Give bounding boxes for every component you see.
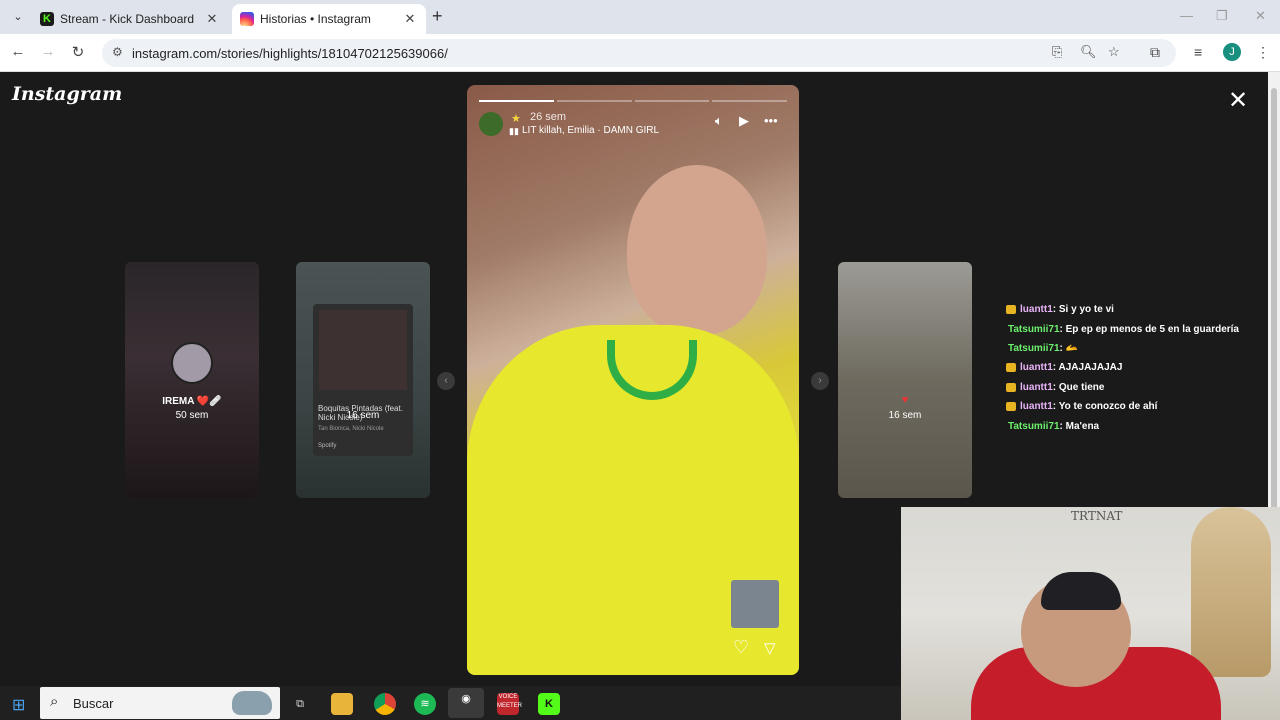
stream-chat-overlay: luantt1 : Si y yo te vi Tatsumii71 : Ep …	[1005, 300, 1267, 436]
streamer-hair	[1041, 572, 1121, 610]
close-tab-icon[interactable]: ✕	[204, 11, 220, 27]
new-tab-button[interactable]: +	[432, 6, 443, 27]
pampas-plant	[1191, 507, 1271, 677]
song-artist: Tan Bionica, Nicki Nicole	[318, 426, 384, 432]
url-text[interactable]: instagram.com/stories/highlights/1810470…	[132, 46, 448, 61]
install-app-icon[interactable]: ⎘	[1052, 44, 1062, 60]
restore-icon[interactable]: ❐	[1216, 8, 1228, 24]
obs-icon[interactable]: ◉	[448, 688, 484, 718]
chat-message: Tatsumii71 : Ma'ena	[1008, 420, 1100, 432]
tab-title: Historias • Instagram	[260, 12, 371, 26]
spotify-icon[interactable]: ≋	[414, 693, 436, 715]
main-story[interactable]: ★ 26 sem ▮▮ LIT killah, Emilia · DAMN GI…	[467, 85, 799, 675]
kick-icon: K	[40, 12, 54, 26]
spotify-label: Spotify	[318, 443, 337, 449]
chrome-icon[interactable]	[374, 693, 396, 715]
browser-menu-icon[interactable]: ⋮	[1256, 44, 1270, 61]
album-art	[319, 310, 407, 390]
bookmark-star-icon[interactable]: ☆	[1108, 44, 1120, 60]
back-icon[interactable]: ←	[8, 43, 28, 60]
tab-instagram-stories[interactable]: Historias • Instagram ✕	[232, 4, 426, 34]
tab-title: Stream - Kick Dashboard	[60, 12, 195, 26]
story-time: 16 sem	[346, 410, 380, 421]
kick-app-icon[interactable]: K	[538, 693, 560, 715]
star-icon: ★	[511, 113, 521, 125]
windows-start-icon[interactable]: ⊞	[12, 695, 25, 715]
side-story-irema[interactable]: IREMA ❤️🩹 50 sem	[125, 262, 259, 498]
tab-kick-dashboard[interactable]: K Stream - Kick Dashboard ✕	[32, 4, 228, 34]
play-icon[interactable]: ▶	[739, 113, 749, 129]
volume-icon[interactable]: 🔈︎	[715, 113, 723, 129]
next-story-icon[interactable]: ›	[811, 372, 829, 390]
more-options-icon[interactable]: •••	[764, 113, 778, 128]
avatar[interactable]	[479, 112, 503, 136]
forward-icon[interactable]: →	[38, 43, 58, 60]
chat-message: Tatsumii71 : Ep ep ep menos de 5 en la g…	[1008, 323, 1239, 335]
instagram-logo[interactable]: Instagram	[12, 83, 122, 105]
previous-story-icon[interactable]: ‹	[437, 372, 455, 390]
wall-text: TRTNAT	[1071, 509, 1123, 523]
music-bars-icon: ▮▮	[509, 126, 519, 136]
story-photo-face	[627, 165, 767, 335]
side-story-sunflower[interactable]: ♥ 16 sem	[838, 262, 972, 498]
chat-message: luantt1 : Si y yo te vi	[1005, 300, 1267, 319]
tab-strip: ⌄ K Stream - Kick Dashboard ✕ Historias …	[0, 0, 1280, 34]
like-heart-icon[interactable]: ♡	[733, 637, 749, 658]
story-progress	[479, 100, 787, 102]
site-info-icon[interactable]: ⚙	[112, 45, 123, 59]
reload-icon[interactable]: ↻	[68, 43, 88, 61]
close-viewer-icon[interactable]: ✕	[1228, 86, 1248, 115]
zoom-icon[interactable]: 🔍︎	[1080, 44, 1097, 60]
search-icon: ⌕	[50, 693, 59, 710]
heart-icon: ♥	[901, 394, 909, 406]
chat-message: luantt1 : Que tiene	[1005, 378, 1267, 397]
subscriber-badge-icon	[1006, 305, 1016, 315]
subscriber-badge-icon	[1006, 402, 1016, 412]
story-song[interactable]: LIT killah, Emilia · DAMN GIRL	[522, 125, 659, 136]
chat-message: Tatsumii71 : 🫴	[1008, 342, 1079, 354]
side-story-music[interactable]: Boquitas Pintadas (feat. Nicki Nicole) T…	[296, 262, 430, 498]
extensions-icon[interactable]: ⧉	[1150, 44, 1160, 61]
task-view-icon[interactable]: ⧉	[289, 693, 311, 715]
instagram-icon	[240, 12, 254, 26]
file-explorer-icon[interactable]	[331, 693, 353, 715]
chat-message: luantt1 : Yo te conozco de ahí	[1005, 397, 1267, 416]
reply-thumbnail[interactable]	[731, 580, 779, 628]
window-close-icon[interactable]: ✕	[1255, 8, 1266, 24]
chat-message: luantt1 : AJAJAJAJAJ	[1005, 358, 1267, 377]
search-highlight-icon	[232, 691, 272, 715]
music-card: Boquitas Pintadas (feat. Nicki Nicole) T…	[313, 304, 413, 456]
subscriber-badge-icon	[1006, 363, 1016, 373]
tab-search-button[interactable]: ⌄	[8, 7, 28, 27]
story-time: 26 sem	[530, 111, 567, 123]
windows-taskbar: ⊞ ⌕ Buscar ⧉ ≋ ◉ VOICE MEETER K	[0, 686, 901, 720]
story-time: 50 sem	[175, 410, 209, 421]
story-time: 16 sem	[888, 410, 922, 421]
story-username: IREMA ❤️🩹	[162, 396, 222, 407]
share-send-icon[interactable]: ▽	[764, 639, 776, 657]
taskbar-search[interactable]: ⌕ Buscar	[40, 687, 280, 719]
close-tab-icon[interactable]: ✕	[402, 11, 418, 27]
webcam-overlay: TRTNAT	[901, 507, 1280, 720]
media-controls-icon[interactable]: ≡	[1194, 44, 1202, 60]
browser-toolbar: ← → ↻ ⚙ instagram.com/stories/highlights…	[0, 34, 1280, 72]
voicemeeter-icon[interactable]: VOICE MEETER	[497, 693, 522, 715]
search-placeholder: Buscar	[73, 696, 114, 711]
subscriber-badge-icon	[1006, 382, 1016, 392]
avatar	[171, 342, 213, 384]
minimize-icon[interactable]: —	[1180, 8, 1193, 23]
profile-avatar[interactable]: J	[1223, 43, 1241, 61]
address-bar[interactable]: ⚙ instagram.com/stories/highlights/18104…	[102, 39, 1176, 67]
